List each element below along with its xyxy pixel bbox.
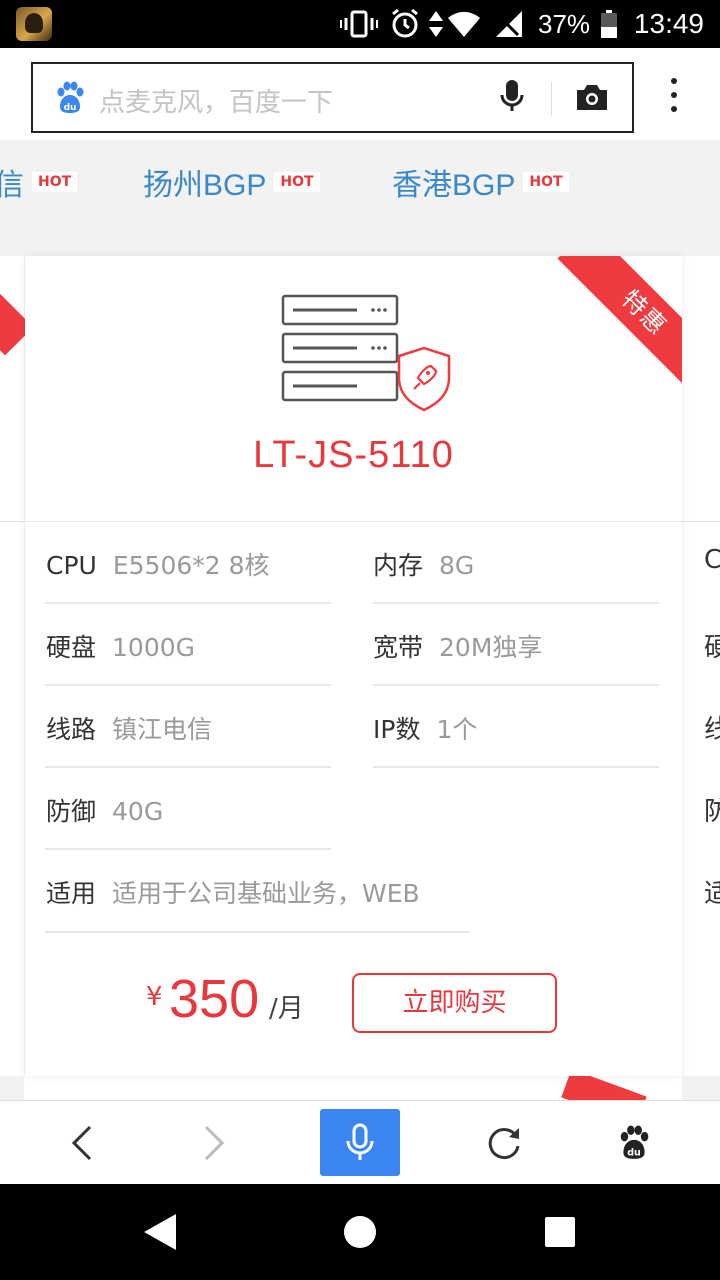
spec-divider <box>45 766 331 768</box>
tab-partial[interactable]: 信 HOT <box>0 160 78 204</box>
spec-value: 1000G <box>112 633 196 662</box>
spec-key: 线路 <box>46 715 97 744</box>
tab-label: 香港BGP <box>392 169 516 202</box>
spec-key: 内存 <box>373 551 424 580</box>
product-model: LT-JS-5110 <box>253 434 454 476</box>
spec-value: 8G <box>439 551 475 580</box>
next-card-edge[interactable] <box>682 256 720 1076</box>
next-card-spec-key: 线 <box>704 715 720 745</box>
clock: 13:49 <box>633 8 704 39</box>
forward-icon[interactable] <box>182 1101 246 1185</box>
spec-divider <box>373 684 659 686</box>
tab-hongkong-bgp[interactable]: 香港BGP HOT <box>392 160 569 204</box>
spec-divider <box>45 602 331 604</box>
tab-label: 扬州BGP <box>143 169 267 202</box>
signal-icon <box>492 0 524 48</box>
next-card-spec-key: 防 <box>704 797 720 827</box>
microphone-icon[interactable] <box>499 79 525 119</box>
category-tabs: 信 HOT 扬州BGP HOT 香港BGP HOT <box>0 140 720 216</box>
wifi-icon <box>446 0 482 48</box>
next-card-spec-key: 适 <box>704 879 720 909</box>
status-bar: 37% 13:49 <box>0 0 720 48</box>
spec-line: 线路 镇江电信 <box>46 710 212 746</box>
previous-card-edge[interactable] <box>0 256 34 1076</box>
hot-badge: HOT <box>523 172 569 192</box>
browser-top-bar: du 点麦克风，百度一下 <box>0 48 720 140</box>
price-currency: ¥ <box>146 982 163 1012</box>
battery-percent: 37% <box>538 9 591 39</box>
divider <box>682 521 720 522</box>
server-shield-icon <box>281 292 451 426</box>
spec-usage: 适用 适用于公司基础业务，WEB <box>46 874 420 910</box>
spec-value: 镇江电信 <box>112 715 213 744</box>
spec-value: 1个 <box>436 715 478 744</box>
spec-value: 适用于公司基础业务，WEB <box>112 879 420 908</box>
spec-disk: 硬盘 1000G <box>46 628 195 664</box>
android-navigation-bar <box>0 1184 720 1280</box>
data-transfer-icon <box>428 0 444 48</box>
server-product-card: 特惠 LT-JS-5110 CPU E5506*2 8核 内存 8G 硬盘 10… <box>25 256 682 1076</box>
camera-icon[interactable] <box>575 82 609 116</box>
spec-value: 40G <box>112 797 164 826</box>
search-divider <box>551 82 552 116</box>
more-menu-icon[interactable] <box>660 78 688 114</box>
divider <box>0 521 24 522</box>
spec-key: 适用 <box>46 879 97 908</box>
svg-text:du: du <box>627 1148 641 1159</box>
spec-divider <box>373 602 659 604</box>
spec-divider <box>45 848 331 850</box>
spec-divider <box>373 766 659 768</box>
spec-key: 防御 <box>46 797 97 826</box>
back-icon[interactable] <box>50 1101 114 1185</box>
spec-divider <box>45 684 331 686</box>
buy-now-button[interactable]: 立即购买 <box>352 973 557 1033</box>
spec-bandwidth: 宽带 20M独享 <box>373 628 542 664</box>
baidu-home-icon[interactable]: du <box>602 1101 666 1185</box>
price-unit: /月 <box>269 994 304 1024</box>
microphone-icon <box>346 1123 374 1160</box>
battery-icon <box>600 0 618 48</box>
special-offer-ribbon: 特惠 <box>557 256 682 400</box>
next-card-spec-key: 硬 <box>704 633 720 663</box>
refresh-icon[interactable] <box>472 1101 536 1185</box>
spec-value: E5506*2 8核 <box>112 551 270 580</box>
tab-label: 信 <box>0 169 24 202</box>
voice-search-button[interactable] <box>320 1109 400 1176</box>
nav-home-icon[interactable] <box>328 1190 392 1274</box>
spec-key: CPU <box>46 551 97 580</box>
spec-value: 20M独享 <box>439 633 543 662</box>
svg-text:du: du <box>64 103 77 113</box>
tab-yangzhou-bgp[interactable]: 扬州BGP HOT <box>143 160 320 204</box>
spec-memory: 内存 8G <box>373 546 474 582</box>
spec-defense: 防御 40G <box>46 792 163 828</box>
game-app-icon <box>16 7 52 41</box>
spec-divider <box>45 931 469 933</box>
hot-badge: HOT <box>274 172 320 192</box>
vibrate-icon <box>340 0 378 48</box>
baidu-paw-icon: du <box>53 81 87 119</box>
browser-bottom-toolbar: du <box>0 1100 720 1184</box>
spec-ip-count: IP数 1个 <box>373 710 477 746</box>
card-divider <box>25 521 682 522</box>
spec-key: IP数 <box>373 715 421 744</box>
search-placeholder: 点麦克风，百度一下 <box>99 88 334 118</box>
hot-badge: HOT <box>32 172 78 192</box>
search-box[interactable]: du 点麦克风，百度一下 <box>31 62 634 133</box>
spec-key: 硬盘 <box>46 633 97 662</box>
nav-back-icon[interactable] <box>128 1190 192 1274</box>
spec-cpu: CPU E5506*2 8核 <box>46 546 270 582</box>
price-amount: 350 <box>169 969 260 1029</box>
nav-recents-icon[interactable] <box>528 1190 592 1274</box>
alarm-icon <box>389 0 421 48</box>
next-card-spec-key: C <box>704 545 720 575</box>
spec-key: 宽带 <box>373 633 424 662</box>
